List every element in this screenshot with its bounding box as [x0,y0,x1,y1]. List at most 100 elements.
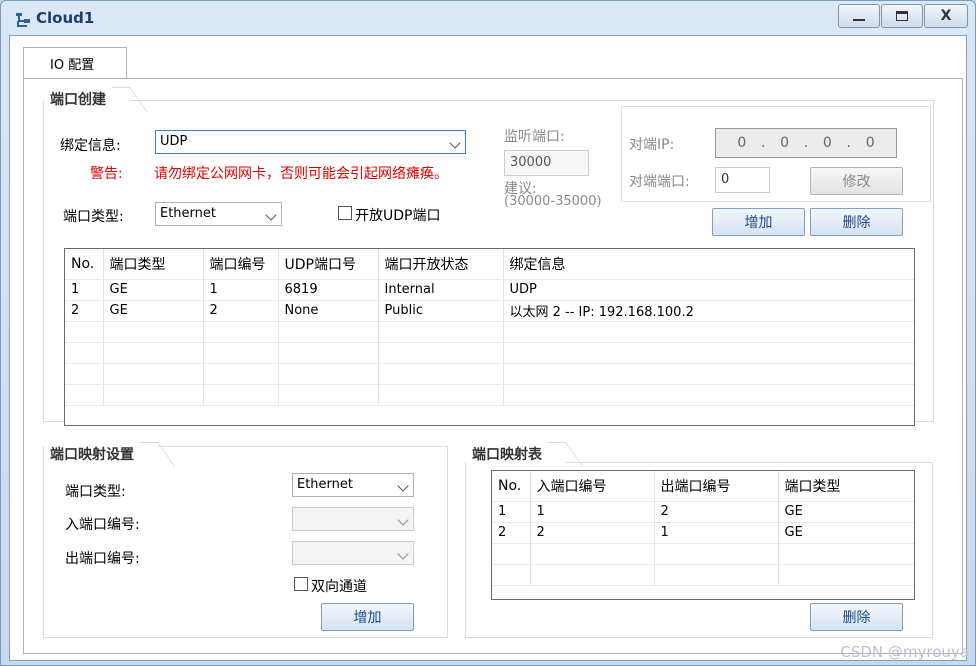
in-port-select[interactable] [292,507,414,531]
table-cell [203,342,279,364]
add-port-button-label: 增加 [744,215,773,231]
chevron-down-icon [397,548,409,560]
title-bar[interactable]: Cloud1 X [1,1,975,35]
warning-label: 警告: [90,166,123,182]
table-row[interactable]: 1 1 2 GE [492,501,914,523]
close-icon: X [940,8,952,24]
table-cell [778,543,914,565]
table-cell [530,564,655,586]
column-header[interactable]: 入端口编号 [530,471,655,502]
peer-port-input[interactable]: 0 [715,167,770,193]
table-cell [278,321,379,343]
cloud-network-icon [16,13,30,27]
table-cell: 1 [654,522,779,544]
add-mapping-button[interactable]: 增加 [321,603,414,631]
listen-port-value: 30000 [510,155,552,170]
watermark: CSDN @myrouya [840,643,969,661]
table-cell: 以太网 2 -- IP: 192.168.100.2 [503,300,914,322]
table-cell: None [278,300,379,322]
modify-button[interactable]: 修改 [810,167,903,195]
table-cell: GE [103,279,204,301]
table-cell: Public [378,300,504,322]
port-table: No. 端口类型 端口编号 UDP端口号 端口开放状态 绑定信息 1 GE 1 6819 Inte… [64,248,915,426]
column-header[interactable]: 出端口编号 [654,471,779,502]
empty-row [65,363,914,385]
listen-port-input[interactable]: 30000 [504,150,589,176]
bidirectional-label: 双向通道 [311,579,367,595]
open-udp-checkbox[interactable] [338,206,352,220]
empty-row [65,342,914,364]
port-type-select[interactable]: Ethernet [155,202,282,226]
column-header[interactable]: 端口类型 [778,471,914,502]
table-cell: 1 [65,279,104,301]
table-cell [492,543,531,565]
table-cell [103,321,204,343]
table-row[interactable]: 2 2 1 GE [492,522,914,544]
table-cell [103,363,204,385]
peer-ip-input[interactable]: 0. 0. 0. 0 [715,128,897,158]
table-cell [203,321,279,343]
table-cell: 1 [203,279,279,301]
table-header-row: No. 入端口编号 出端口编号 端口类型 [492,471,914,502]
out-port-label: 出端口编号: [65,551,140,567]
delete-port-button[interactable]: 删除 [810,208,903,236]
column-header[interactable]: 绑定信息 [503,249,914,280]
delete-port-button-label: 删除 [842,215,871,231]
table-cell [503,384,914,406]
column-header[interactable]: No. [65,249,104,280]
peer-ip-octet-2: 0 [780,135,790,151]
add-port-button[interactable]: 增加 [712,208,805,236]
map-port-type-label: 端口类型: [65,484,126,500]
port-type-label: 端口类型: [63,209,124,225]
column-header[interactable]: UDP端口号 [278,249,379,280]
table-header-row: No. 端口类型 端口编号 UDP端口号 端口开放状态 绑定信息 [65,249,914,280]
empty-row [65,321,914,343]
chevron-down-icon [449,137,461,149]
table-cell: 2 [65,300,104,322]
minimize-button[interactable] [838,4,880,28]
mapping-table: No. 入端口编号 出端口编号 端口类型 1 1 2 GE 2 2 1 GE [491,470,915,600]
client-area: IO 配置 端口创建 绑定信息: UDP 警告: 请勿绑定公网网卡，否则可能会引… [9,35,967,661]
table-cell [65,321,104,343]
bidirectional-checkbox[interactable] [294,577,308,591]
peer-port-value: 0 [721,172,730,187]
table-cell [278,342,379,364]
table-cell: UDP [503,279,914,301]
table-cell [503,321,914,343]
tab-io-config[interactable]: IO 配置 [23,47,127,79]
delete-mapping-button-label: 删除 [842,610,871,626]
table-cell [378,321,504,343]
table-cell [278,363,379,385]
out-port-select[interactable] [292,541,414,565]
map-port-type-select[interactable]: Ethernet [292,473,414,497]
table-cell [378,384,504,406]
table-cell [65,342,104,364]
map-port-type-value: Ethernet [297,477,353,492]
peer-port-label: 对端端口: [629,174,690,190]
table-cell [278,384,379,406]
table-cell [503,342,914,364]
table-cell: GE [778,501,914,523]
binding-select[interactable]: UDP [155,130,466,154]
peer-ip-octet-1: 0 [737,135,747,151]
maximize-button[interactable] [881,4,923,28]
port-map-table-title: 端口映射表 [466,442,566,464]
table-cell [654,564,779,586]
table-cell: 1 [492,501,531,523]
chevron-down-icon [265,209,277,221]
close-button[interactable]: X [924,4,968,28]
table-row[interactable]: 2 GE 2 None Public 以太网 2 -- IP: 192.168.100.2 [65,300,914,322]
table-row[interactable]: 1 GE 1 6819 Internal UDP [65,279,914,301]
delete-mapping-button[interactable]: 删除 [810,603,903,631]
binding-label: 绑定信息: [60,138,121,154]
column-header[interactable]: 端口类型 [103,249,204,280]
io-config-page: 端口创建 绑定信息: UDP 警告: 请勿绑定公网网卡，否则可能会引起网络瘫痪。… [23,78,963,654]
column-header[interactable]: 端口开放状态 [378,249,504,280]
table-cell [65,363,104,385]
column-header[interactable]: 端口编号 [203,249,279,280]
column-header[interactable]: No. [492,471,531,502]
warning-text: 请勿绑定公网网卡，否则可能会引起网络瘫痪。 [154,166,448,182]
table-cell: GE [103,300,204,322]
suggest-range: (30000-35000) [504,194,602,209]
table-cell [492,564,531,586]
